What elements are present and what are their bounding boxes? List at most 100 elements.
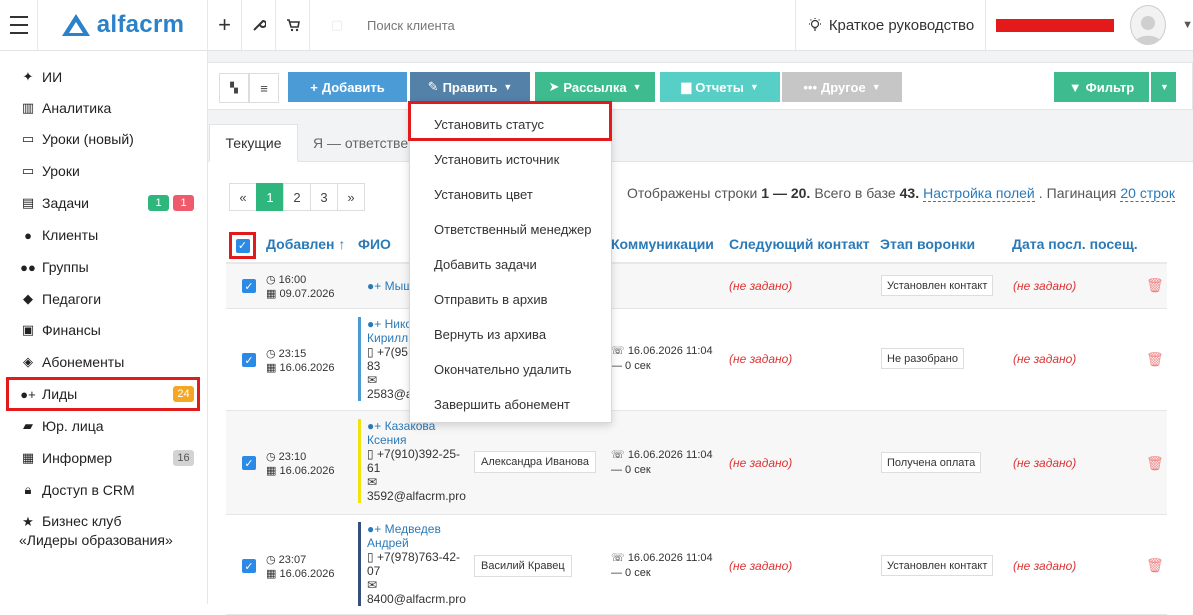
trash-icon[interactable]: 🗑︎ [1146,557,1164,574]
table-row[interactable]: ✓ ◷ 23:15 ▦ 16.06.2026 ●+ Нико Кирилл ▯ … [226,309,1167,411]
pagination-prev[interactable]: « [229,183,257,211]
row-checkbox[interactable]: ✓ [242,279,256,293]
add-icon-button[interactable]: + [208,0,242,50]
sidebar-item-legal-entities[interactable]: ▰ Юр. лица [8,411,198,441]
sidebar-item-business-club[interactable]: ★ Бизнес клуб «Лидеры образования» [8,510,198,554]
trash-icon[interactable]: 🗑︎ [1146,455,1164,472]
tab-current[interactable]: Текущие [209,124,298,162]
col-communications[interactable]: Коммуникации [611,236,714,252]
sidebar-item-clients[interactable]: ● Клиенты [8,220,198,250]
sidebar-item-leads[interactable]: ●+ Лиды 24 [6,377,200,411]
tag-icon: ◈ [23,354,33,369]
col-next-contact[interactable]: Следующий контакт [729,236,870,252]
menu-item-set-status[interactable]: Установить статус [410,107,613,142]
caret-down-icon: ▼ [871,82,881,92]
search-input[interactable] [367,17,767,33]
fields-settings-link[interactable]: Настройка полей [923,185,1035,202]
quick-guide-link[interactable]: Краткое руководство [796,0,986,50]
sidebar-item-lessons[interactable]: ▭ Уроки [8,156,198,186]
menu-item-delete-permanently[interactable]: Окончательно удалить [410,352,613,387]
table-row[interactable]: ✓ ◷ 23:10 ▦ 16.06.2026 ●+ Казакова Ксени… [226,411,1167,515]
chevron-down-icon[interactable]: ▼ [1182,19,1193,31]
tab-responsible[interactable]: Я — ответствен [313,124,416,161]
menu-item-archive[interactable]: Отправить в архив [410,282,613,317]
trash-icon[interactable]: 🗑︎ [1146,351,1164,368]
edit-button[interactable]: ✎ Править ▼ [410,72,530,102]
caret-down-icon: ▼ [749,82,759,92]
row-name-link[interactable]: ●+ Медведев Андрей ▯ +7(978)763-42- 07 ✉… [358,522,466,606]
printer-icon: ▆ [681,79,692,94]
row-funnel-stage[interactable]: Не разобрано [881,348,964,369]
row-manager[interactable]: Василий Кравец [474,555,572,577]
pencil-icon: ✎ [427,79,439,94]
main-area: ▚ ≡ + Добавить ✎ Править ▼ ➤ Рассылка ▼ … [208,51,1193,615]
tools-button[interactable] [242,0,276,50]
search-box[interactable] [354,0,796,50]
cart-button[interactable] [276,0,310,50]
mailing-button[interactable]: ➤ Рассылка ▼ [535,72,655,102]
redacted-user-name [996,18,1115,32]
col-fio[interactable]: ФИО [358,236,391,252]
menu-item-unarchive[interactable]: Вернуть из архива [410,317,613,352]
row-name-link[interactable]: ●+ Казакова Ксения ▯ +7(910)392-25- 61 ✉… [358,419,466,503]
user-menu[interactable]: ▼ [986,0,1193,50]
menu-toggle-button[interactable] [0,0,38,50]
row-checkbox[interactable]: ✓ [242,353,256,367]
table-row[interactable]: ✓ ◷ 23:07 ▦ 16.06.2026 ●+ Медведев Андре… [226,515,1167,615]
pagination-next[interactable]: » [337,183,365,211]
col-added[interactable]: Добавлен ↑ [266,236,345,252]
add-button-label: Добавить [321,79,385,95]
pagination-size-link[interactable]: 20 строк [1120,185,1175,202]
row-funnel-stage[interactable]: Установлен контакт [881,275,994,296]
menu-item-set-color[interactable]: Установить цвет [410,177,613,212]
sidebar-item-finance[interactable]: ▣ Финансы [8,315,198,345]
pagination-page[interactable]: 2 [283,183,311,211]
menu-item-set-source[interactable]: Установить источник [410,142,613,177]
table-row[interactable]: ✓ ◷ 16:00 ▦ 09.07.2026 ●+ Мышк (не задан… [226,264,1167,309]
add-button[interactable]: + Добавить [288,72,407,102]
col-last-visit[interactable]: Дата посл. посещ. [1012,236,1138,252]
top-bar: alfacrm + ▢ Краткое руководство ▼ [0,0,1193,51]
sidebar-item-subscriptions[interactable]: ◈ Абонементы [8,347,198,377]
menu-item-add-tasks[interactable]: Добавить задачи [410,247,613,282]
sidebar-item-informer[interactable]: ▦ Информер 16 [8,443,198,473]
sidebar-item-teachers[interactable]: ◆ Педагоги [8,284,198,314]
avatar[interactable] [1130,5,1167,45]
row-manager[interactable]: Александра Иванова [474,451,596,473]
caret-down-icon: ▼ [503,82,513,92]
user-plus-icon: ●+ [367,279,382,293]
row-added-datetime: ◷ 23:07 ▦ 16.06.2026 [266,554,335,580]
row-checkbox[interactable]: ✓ [242,559,256,573]
check-icon: ✓ [235,238,250,253]
list-view-button[interactable]: ≡ [249,73,279,103]
other-button[interactable]: ••• Другое ▼ [782,72,902,102]
reports-button[interactable]: ▆ Отчеты ▼ [660,72,780,102]
select-all-checkbox[interactable]: ✓ [229,232,256,259]
info-range: 1 — 20. [761,185,811,201]
col-funnel-stage[interactable]: Этап воронки [880,236,975,252]
logo[interactable]: alfacrm [38,0,208,50]
row-funnel-stage[interactable]: Установлен контакт [881,555,994,576]
sidebar-item-lessons-new[interactable]: ▭ Уроки (новый) [8,124,198,154]
menu-item-end-subscription[interactable]: Завершить абонемент [410,387,613,422]
row-next-contact: (не задано) [729,559,793,573]
sidebar-item-groups[interactable]: ●● Группы [8,252,198,282]
row-next-contact: (не задано) [729,279,793,293]
filter-dropdown-button[interactable]: ▼ [1151,72,1176,102]
menu-item-responsible-manager[interactable]: Ответственный менеджер [410,212,613,247]
view-toggle-button[interactable]: ▚ [219,73,249,103]
filter-button[interactable]: ▼ Фильтр [1054,72,1149,102]
row-name-link[interactable]: ●+ Нико Кирилл ▯ +7(95 83 ✉ 2583@al [358,317,415,401]
filter-button-label: Фильтр [1085,79,1135,95]
pagination-page[interactable]: 1 [256,183,284,211]
row-checkbox[interactable]: ✓ [242,456,256,470]
sidebar-item-analytics[interactable]: ▥ Аналитика [8,93,198,123]
row-funnel-stage[interactable]: Получена оплата [881,452,982,473]
sidebar-item-crm-access[interactable]: 🔒︎ Доступ в CRM [8,475,198,505]
columns-icon: ▥ [21,100,35,115]
sidebar-item-tasks[interactable]: ▤ Задачи 1 1 [8,188,198,218]
trash-icon[interactable]: 🗑︎ [1146,277,1164,294]
sidebar-item-ai[interactable]: ✦ ИИ [8,62,198,92]
briefcase-icon: ▰ [23,418,33,433]
pagination-page[interactable]: 3 [310,183,338,211]
